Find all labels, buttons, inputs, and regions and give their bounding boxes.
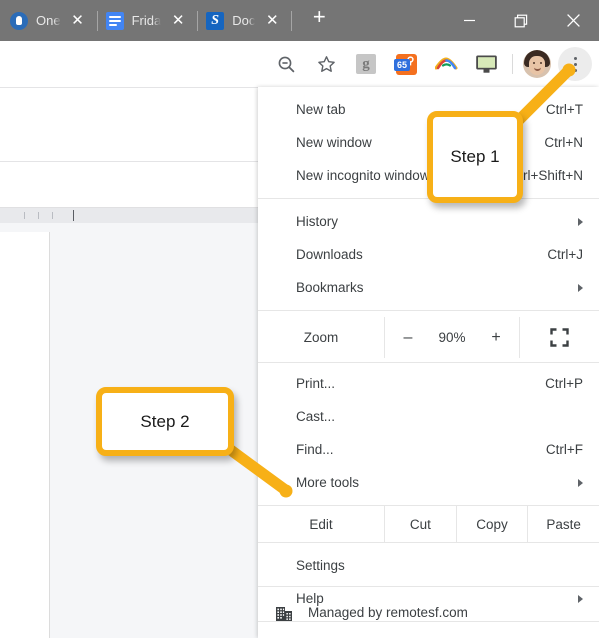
callout-step-2-label: Step 2 xyxy=(140,411,190,431)
callout-step-2: Step 2 xyxy=(96,387,234,456)
leader-line-step2 xyxy=(222,442,290,495)
callout-step-1-label: Step 1 xyxy=(450,147,500,166)
browser-window: g 65 New tab Ctrl+T New window Ctrl+N Ne… xyxy=(0,0,599,638)
callout-step-1: Step 1 xyxy=(427,111,523,203)
callout-leader-lines xyxy=(0,0,599,638)
leader-svg xyxy=(222,63,576,498)
leader-dot-step1 xyxy=(562,63,576,77)
leader-line-step1 xyxy=(513,66,573,126)
leader-dot-step2 xyxy=(279,484,293,498)
